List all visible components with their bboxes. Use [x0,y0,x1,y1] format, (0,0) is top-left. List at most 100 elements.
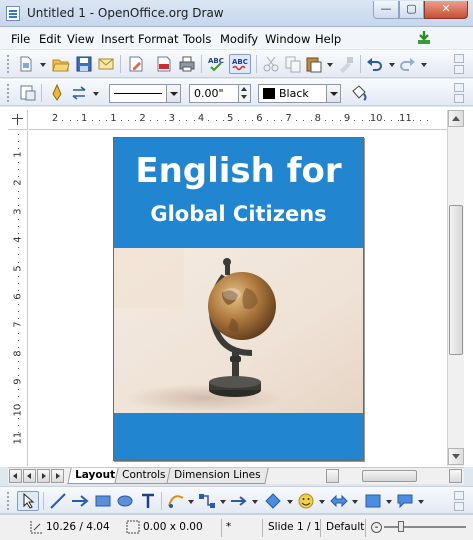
block-arrows-icon[interactable] [330,492,348,510]
styles-formatting-icon[interactable] [19,84,37,102]
basic-shapes-dropdown-arrow[interactable] [287,500,293,504]
line-icon[interactable] [49,492,67,510]
redo-icon[interactable] [398,55,416,73]
edit-file-icon[interactable] [127,55,145,73]
modified-indicator[interactable]: * [226,519,231,536]
new-dropdown-arrow[interactable] [40,63,46,67]
redo-dropdown-arrow[interactable] [421,63,427,67]
zoom-out-button[interactable]: - [371,521,382,533]
lines-arrows-dropdown-arrow[interactable] [252,500,258,504]
toolbar-scroll-down[interactable] [454,94,464,103]
tab-dimension-lines[interactable]: Dimension Lines [166,468,269,484]
paste-dropdown-arrow[interactable] [327,63,333,67]
save-icon[interactable] [75,55,93,73]
spin-up-arrow[interactable] [241,87,247,91]
zoom-slider[interactable] [384,526,466,528]
maximize-button[interactable]: ▢ [399,1,424,19]
next-tab-button[interactable] [37,469,50,483]
toolbar-scroll-down[interactable] [454,502,464,511]
print-icon[interactable] [178,55,196,73]
toolbar-scroll-up[interactable] [454,83,464,92]
toolbar-scroll-up[interactable] [454,54,464,63]
spellcheck-icon[interactable]: ABC [207,55,225,73]
open-icon[interactable] [52,55,70,73]
minimize-button[interactable]: — [373,1,399,19]
horizontal-ruler[interactable]: 2 1 1 2 3 4 5 6 7 8 9 10 11 [29,110,447,130]
scroll-left-button[interactable] [326,469,339,483]
menu-format[interactable]: Format [138,32,179,46]
undo-dropdown-arrow[interactable] [389,63,395,67]
vertical-scroll-thumb[interactable] [449,205,463,355]
paste-icon[interactable] [305,55,323,73]
connector-dropdown-arrow[interactable] [220,500,226,504]
flowchart-dropdown-arrow[interactable] [386,500,392,504]
send-icon[interactable] [97,55,115,73]
scroll-right-button[interactable] [449,469,462,483]
line-style-dropdown-button[interactable] [166,85,180,102]
cut-icon[interactable] [262,55,280,73]
tab-controls[interactable]: Controls [114,468,174,484]
vertical-ruler[interactable]: 1 2 3 4 5 6 7 8 9 10 11 [8,131,28,466]
vertical-scrollbar[interactable] [447,110,464,466]
toolbar-grip[interactable] [7,84,11,102]
cover-title[interactable]: English for [114,152,363,190]
block-arrows-dropdown-arrow[interactable] [352,500,358,504]
prev-tab-button[interactable] [23,469,36,483]
menu-help[interactable]: Help [315,32,341,46]
connector-icon[interactable] [198,492,216,510]
arrow-style-dropdown-arrow[interactable] [93,92,99,96]
menu-view[interactable]: View [67,32,94,46]
scroll-down-button[interactable] [448,448,464,465]
callouts-icon[interactable] [396,492,414,510]
lines-arrows-icon[interactable] [230,492,248,510]
layout-name[interactable]: Default [326,519,364,536]
line-width-field[interactable]: 0.00" [189,84,251,103]
line-color-dropdown-button[interactable] [326,85,340,102]
globe-photo[interactable] [114,248,363,413]
slide-page[interactable]: English for Global Citizens [113,137,364,461]
new-icon[interactable] [17,55,35,73]
flowchart-icon[interactable] [364,492,382,510]
spin-down-arrow[interactable] [241,95,247,99]
line-icon[interactable] [48,84,66,102]
clone-formatting-icon[interactable] [337,55,355,73]
text-icon[interactable] [139,492,157,510]
menu-modify[interactable]: Modify [220,32,258,46]
first-tab-button[interactable] [9,469,22,483]
copy-icon[interactable] [284,55,302,73]
toolbar-scroll-up[interactable] [454,491,464,500]
arrow-line-icon[interactable] [71,492,89,510]
line-color-select[interactable]: Black [258,84,341,103]
symbol-shapes-icon[interactable] [297,492,315,510]
curve-icon[interactable] [167,492,185,510]
toolbar-grip[interactable] [7,492,11,510]
menu-file[interactable]: File [11,32,30,46]
zoom-slider-knob[interactable] [398,521,404,532]
toolbar-scroll-down[interactable] [454,65,464,74]
basic-shapes-icon[interactable] [264,492,282,510]
symbol-shapes-dropdown-arrow[interactable] [319,500,325,504]
rectangle-icon[interactable] [94,492,112,510]
horizontal-scroll-thumb[interactable] [362,470,417,482]
toolbar-grip[interactable] [7,55,11,73]
cover-subtitle[interactable]: Global Citizens [114,202,363,226]
ellipse-icon[interactable] [116,492,134,510]
callouts-dropdown-arrow[interactable] [418,500,424,504]
scroll-up-button[interactable] [448,110,464,127]
curve-dropdown-arrow[interactable] [188,500,194,504]
select-tool[interactable] [17,491,39,511]
line-style-select[interactable] [109,84,181,103]
menu-window[interactable]: Window [265,32,310,46]
close-button[interactable]: ✕ [424,1,468,19]
menu-tools[interactable]: Tools [183,32,211,46]
undo-icon[interactable] [366,55,384,73]
ruler-corner[interactable] [8,110,28,130]
export-pdf-icon[interactable] [155,55,173,73]
menu-insert[interactable]: Insert [101,32,134,46]
last-tab-button[interactable] [51,469,64,483]
menu-edit[interactable]: Edit [39,32,61,46]
autospellcheck-toggle[interactable]: ABC [229,54,251,74]
update-available-icon[interactable] [416,30,432,46]
line-width-spinner[interactable] [238,85,250,102]
area-fill-icon[interactable] [350,84,368,102]
